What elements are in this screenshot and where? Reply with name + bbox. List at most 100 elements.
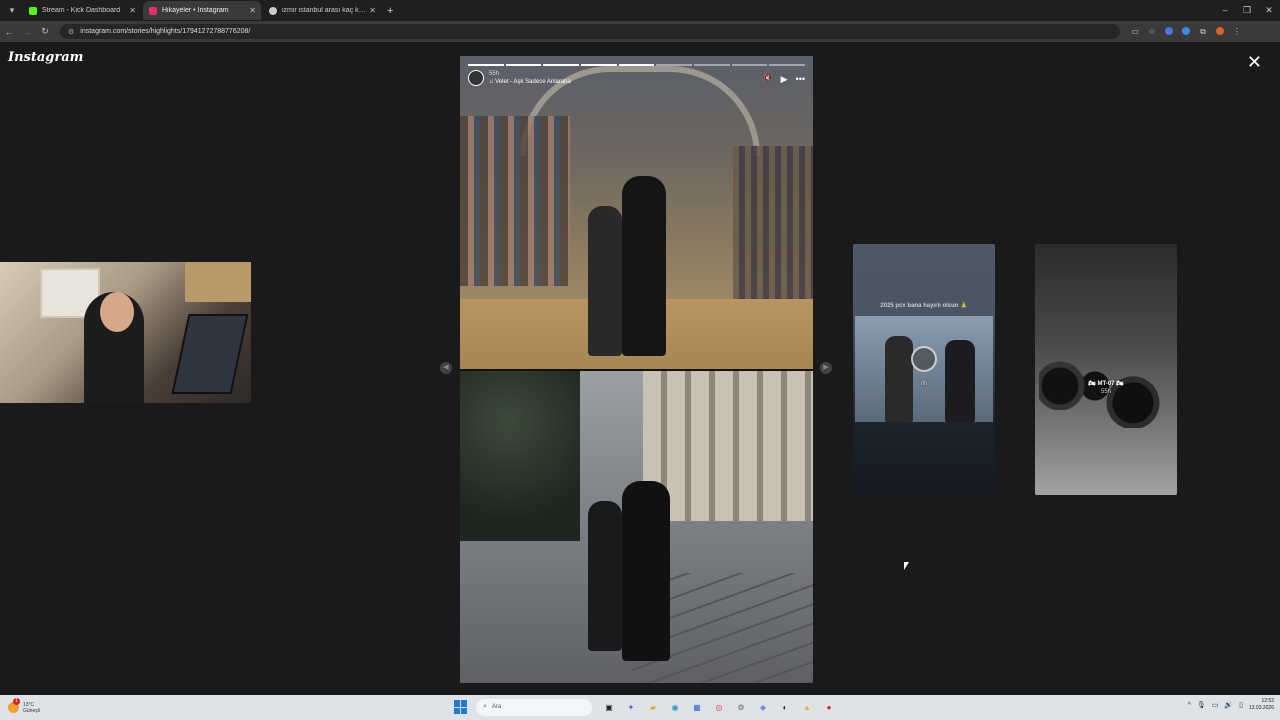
discord-icon[interactable]: ◈ xyxy=(754,698,772,716)
forward-arrow-icon[interactable]: → xyxy=(18,27,36,37)
progress-segment xyxy=(468,64,504,66)
browser-tab-strip: ▾ Stream - Kick Dashboard ✕ Hikayeler • … xyxy=(0,0,1280,21)
network-icon[interactable]: ▭ xyxy=(1212,701,1219,709)
story-avatar[interactable] xyxy=(468,70,484,86)
window-controls: – ❐ ✕ xyxy=(1214,0,1280,21)
system-tray: ^ 🎙 ▭ 🔊 ▯ 12:52 13.03.2026 xyxy=(1188,698,1274,712)
webcam-monitor xyxy=(171,314,249,394)
preview-label: 🏍 MT-07 🏍 55h xyxy=(1035,380,1177,396)
browser-menu-icon[interactable]: ⋮ xyxy=(1232,27,1242,36)
taskbar-search[interactable]: ⌕ Ara xyxy=(476,698,592,716)
minimize-button[interactable]: – xyxy=(1214,0,1236,21)
person-left xyxy=(588,501,622,651)
kick-favicon-icon xyxy=(29,6,37,15)
steam-icon[interactable]: ◐ xyxy=(776,698,794,716)
app-red-icon[interactable]: ● xyxy=(820,698,838,716)
mute-icon[interactable]: 🔇 xyxy=(764,74,773,85)
copilot-icon[interactable]: ✦ xyxy=(622,698,640,716)
app-yellow-icon[interactable]: ▲ xyxy=(798,698,816,716)
bookmark-star-icon[interactable]: ☆ xyxy=(1147,27,1157,36)
reload-icon[interactable]: ↻ xyxy=(36,26,54,37)
chrome-icon[interactable]: ◎ xyxy=(710,698,728,716)
notification-badge: 1 xyxy=(13,698,20,705)
clock-date: 13.03.2026 xyxy=(1248,705,1274,711)
person-left xyxy=(588,206,622,356)
webcam-person-head xyxy=(100,292,134,332)
close-stories-icon[interactable]: ✕ xyxy=(1247,52,1262,73)
tab-search-chevron-icon[interactable]: ▾ xyxy=(3,2,21,20)
site-info-icon[interactable]: ⚙ xyxy=(68,28,74,36)
preview-title: 🏍 MT-07 🏍 xyxy=(1088,381,1124,387)
clock-time: 12:52 xyxy=(1261,698,1274,704)
windows-taskbar: 1 13°C Güneşli ⌕ Ara ▣ ✦ ▰ ◉ ▦ ◎ ⚙ ◈ ◐ ▲… xyxy=(0,695,1280,720)
progress-segment xyxy=(505,64,542,66)
extension-circle-icon[interactable] xyxy=(1181,26,1191,37)
progress-segment xyxy=(769,64,806,66)
tab-close-icon[interactable]: ✕ xyxy=(249,6,256,15)
search-placeholder: Ara xyxy=(491,704,502,710)
preview-caption: 2025 pcx bana hayırlı olsun 🙏 xyxy=(880,303,968,309)
browser-tab-instagram[interactable]: Hikayeler • Instagram ✕ xyxy=(143,1,261,20)
cast-icon[interactable]: ▭ xyxy=(1130,27,1140,36)
extension-blue-icon[interactable] xyxy=(1164,26,1174,37)
settings-gear-icon[interactable]: ⚙ xyxy=(732,698,750,716)
person-right xyxy=(622,481,670,661)
story-progress-bar xyxy=(468,64,806,66)
file-explorer-icon[interactable]: ▰ xyxy=(644,698,662,716)
instagram-stories-page: Instagram ✕ 55h ♫ Velet - Aşk Sadece Anl… xyxy=(0,42,1280,695)
start-button[interactable] xyxy=(454,700,468,714)
play-icon[interactable]: ▶ xyxy=(781,74,788,85)
tab-title: Hikayeler • Instagram xyxy=(162,7,229,14)
next-story-arrow-icon[interactable]: ▶ xyxy=(820,362,832,374)
tab-title: izmir istanbul arası kaç km - Go xyxy=(282,7,370,14)
person-right xyxy=(622,176,666,356)
webcam-shelf xyxy=(185,262,251,302)
tab-close-icon[interactable]: ✕ xyxy=(129,6,136,15)
url-field[interactable]: ⚙ instagram.com/stories/highlights/17941… xyxy=(60,24,1120,39)
system-clock[interactable]: 12:52 13.03.2026 xyxy=(1249,698,1274,712)
weather-text: 13°C Güneşli xyxy=(23,702,40,714)
next-story-preview-1[interactable]: 2025 pcx bana hayırlı olsun 🙏 8h xyxy=(853,244,995,495)
weather-widget[interactable]: 1 13°C Güneşli xyxy=(8,698,68,714)
search-icon: ⌕ xyxy=(483,703,487,710)
battery-icon[interactable]: ▯ xyxy=(1239,701,1243,709)
edge-icon[interactable]: ◉ xyxy=(666,698,684,716)
extensions-puzzle-icon[interactable]: ⧉ xyxy=(1198,27,1208,37)
progress-segment xyxy=(618,64,655,66)
store-icon[interactable]: ▦ xyxy=(688,698,706,716)
instagram-logo[interactable]: Instagram xyxy=(8,50,83,65)
preview-sublabel: 8h xyxy=(920,381,928,387)
preview-label: 8h xyxy=(853,380,995,388)
preview-avatar-ring xyxy=(911,346,937,372)
story-viewer[interactable]: 55h ♫ Velet - Aşk Sadece Anlarana 🔇 ▶ ••… xyxy=(460,56,813,683)
google-favicon-icon xyxy=(269,6,277,15)
new-tab-button[interactable]: + xyxy=(387,5,393,17)
window-close-button[interactable]: ✕ xyxy=(1258,0,1280,21)
next-story-preview-2[interactable]: 🏍 MT-07 🏍 55h xyxy=(1035,244,1177,495)
previous-story-arrow-icon[interactable]: ◀ xyxy=(440,362,452,374)
task-view-icon[interactable]: ▣ xyxy=(600,698,618,716)
browser-tab-kick[interactable]: Stream - Kick Dashboard ✕ xyxy=(23,1,141,20)
restore-button[interactable]: ❐ xyxy=(1236,0,1258,21)
address-bar-row: ← → ↻ ⚙ instagram.com/stories/highlights… xyxy=(0,21,1280,42)
instagram-favicon-icon xyxy=(149,6,157,15)
taskbar-apps: ⌕ Ara ▣ ✦ ▰ ◉ ▦ ◎ ⚙ ◈ ◐ ▲ ● xyxy=(454,698,838,716)
microphone-icon[interactable]: 🎙 xyxy=(1197,701,1206,709)
volume-icon[interactable]: 🔊 xyxy=(1224,701,1233,709)
story-header: 55h ♫ Velet - Aşk Sadece Anlarana xyxy=(468,70,571,86)
browser-tab-google[interactable]: izmir istanbul arası kaç km - Go ✕ xyxy=(263,1,381,20)
bazaar-shops-left xyxy=(460,116,570,286)
preview-person-left xyxy=(885,336,913,422)
progress-segment xyxy=(581,64,617,66)
tab-close-icon[interactable]: ✕ xyxy=(369,6,376,15)
profile-avatar-icon[interactable] xyxy=(1215,26,1225,37)
story-music[interactable]: ♫ Velet - Aşk Sadece Anlarana xyxy=(489,78,571,86)
extensions-area: ▭ ☆ ⧉ ⋮ xyxy=(1130,26,1242,37)
street-tree xyxy=(460,371,580,541)
progress-segment xyxy=(731,64,768,66)
more-options-icon[interactable]: ••• xyxy=(796,74,805,85)
back-arrow-icon[interactable]: ← xyxy=(0,27,18,37)
tray-chevron-icon[interactable]: ^ xyxy=(1188,702,1191,709)
preview-sublabel: 55h xyxy=(1100,389,1111,395)
story-time: 55h xyxy=(489,71,500,77)
